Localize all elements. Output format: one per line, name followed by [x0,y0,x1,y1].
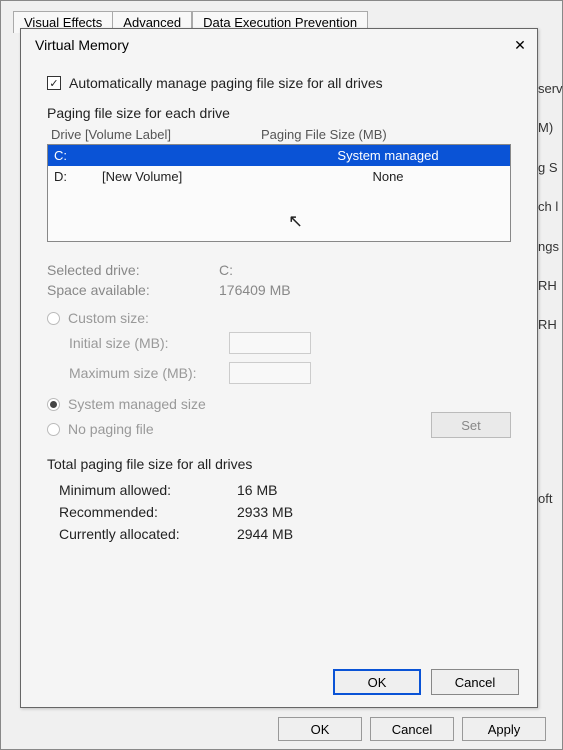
min-allowed-value: 16 MB [237,482,277,498]
space-available-value: 176409 MB [219,282,511,298]
cursor-icon: ↖ [288,211,303,232]
set-button[interactable]: Set [431,412,511,438]
selected-drive-label: Selected drive: [47,262,219,278]
recommended-label: Recommended: [59,504,237,520]
selected-drive-value: C: [219,262,511,278]
maximum-size-input[interactable] [229,362,311,384]
drive-row-d[interactable]: D: [New Volume] None [48,166,510,187]
initial-size-label: Initial size (MB): [69,335,229,351]
col-size-header: Paging File Size (MB) [261,127,507,142]
auto-manage-label: Automatically manage paging file size fo… [69,75,383,91]
section-heading: Paging file size for each drive [47,105,511,121]
custom-size-radio[interactable] [47,312,60,325]
dialog-title: Virtual Memory [35,37,129,53]
drive-row-c[interactable]: C: System managed [48,145,510,166]
auto-manage-checkbox[interactable]: ✓ [47,76,61,90]
recommended-value: 2933 MB [237,504,293,520]
system-managed-radio[interactable] [47,398,60,411]
currently-allocated-value: 2944 MB [237,526,293,542]
no-paging-radio[interactable] [47,423,60,436]
min-allowed-label: Minimum allowed: [59,482,237,498]
close-icon[interactable]: ✕ [511,36,529,54]
totals-heading: Total paging file size for all drives [47,456,511,472]
currently-allocated-label: Currently allocated: [59,526,237,542]
system-managed-label: System managed size [68,396,206,412]
space-available-label: Space available: [47,282,219,298]
virtual-memory-dialog: Virtual Memory ✕ ✓ Automatically manage … [20,28,538,708]
initial-size-input[interactable] [229,332,311,354]
ok-button[interactable]: OK [333,669,421,695]
custom-size-label: Custom size: [68,310,149,326]
obscured-content: servM) g Sch l ngsRH RHoft [538,51,562,526]
no-paging-label: No paging file [68,421,154,437]
parent-ok-button[interactable]: OK [278,717,362,741]
parent-cancel-button[interactable]: Cancel [370,717,454,741]
titlebar: Virtual Memory ✕ [21,29,537,61]
maximum-size-label: Maximum size (MB): [69,365,229,381]
cancel-button[interactable]: Cancel [431,669,519,695]
col-drive-header: Drive [Volume Label] [51,127,261,142]
drive-list[interactable]: C: System managed D: [New Volume] None ↖ [47,144,511,242]
parent-apply-button[interactable]: Apply [462,717,546,741]
